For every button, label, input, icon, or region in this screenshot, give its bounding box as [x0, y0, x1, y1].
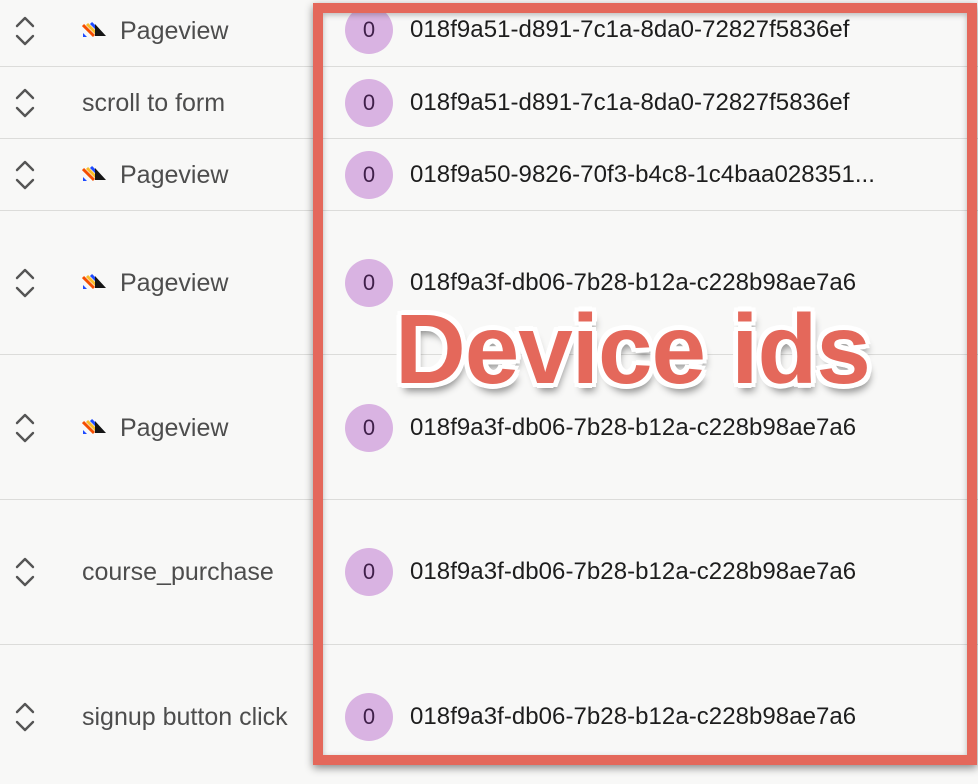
- avatar[interactable]: 0: [345, 548, 393, 596]
- event-name: signup button click: [82, 703, 288, 732]
- table-row[interactable]: Pageview 0 018f9a3f-db06-7b28-b12a-c228b…: [0, 355, 978, 500]
- chevron-up-down-icon[interactable]: [12, 158, 38, 192]
- event-label: Pageview: [120, 414, 229, 442]
- table-row[interactable]: course_purchase 0 018f9a3f-db06-7b28-b12…: [0, 500, 978, 645]
- chevron-up-down-icon[interactable]: [12, 86, 38, 120]
- device-id: 018f9a51-d891-7c1a-8da0-72827f5836ef: [410, 16, 850, 43]
- avatar[interactable]: 0: [345, 693, 393, 741]
- chevron-up-down-icon[interactable]: [12, 411, 38, 445]
- person-cell: 0 018f9a3f-db06-7b28-b12a-c228b98ae7a6: [345, 404, 856, 452]
- avatar[interactable]: 0: [345, 6, 393, 54]
- avatar[interactable]: 0: [345, 404, 393, 452]
- device-id: 018f9a3f-db06-7b28-b12a-c228b98ae7a6: [410, 414, 857, 441]
- person-cell: 0 018f9a51-d891-7c1a-8da0-72827f5836ef: [345, 6, 850, 54]
- posthog-logo-icon: [81, 17, 110, 46]
- device-id: 018f9a3f-db06-7b28-b12a-c228b98ae7a6: [410, 703, 857, 730]
- events-table: Pageview 0 018f9a51-d891-7c1a-8da0-72827…: [0, 0, 978, 784]
- event-name: Pageview: [81, 414, 229, 443]
- avatar[interactable]: 0: [345, 151, 393, 199]
- event-label: course_purchase: [82, 558, 274, 586]
- event-name: Pageview: [81, 269, 229, 298]
- person-cell: 0 018f9a50-9826-70f3-b4c8-1c4baa028351..…: [345, 151, 875, 199]
- table-row[interactable]: signup button click 0 018f9a3f-db06-7b28…: [0, 645, 978, 784]
- table-row[interactable]: Pageview 0 018f9a3f-db06-7b28-b12a-c228b…: [0, 211, 978, 355]
- chevron-up-down-icon[interactable]: [12, 700, 38, 734]
- chevron-up-down-icon[interactable]: [12, 266, 38, 300]
- device-id: 018f9a51-d891-7c1a-8da0-72827f5836ef: [410, 89, 850, 116]
- event-name: scroll to form: [82, 89, 225, 118]
- table-row[interactable]: Pageview 0 018f9a50-9826-70f3-b4c8-1c4ba…: [0, 139, 978, 211]
- person-cell: 0 018f9a3f-db06-7b28-b12a-c228b98ae7a6: [345, 693, 856, 741]
- avatar[interactable]: 0: [345, 79, 393, 127]
- event-name: Pageview: [81, 17, 229, 46]
- event-name: Pageview: [81, 161, 229, 190]
- event-label: signup button click: [82, 703, 288, 731]
- posthog-logo-icon: [81, 161, 110, 190]
- posthog-logo-icon: [81, 269, 110, 298]
- device-id: 018f9a3f-db06-7b28-b12a-c228b98ae7a6: [410, 269, 857, 296]
- event-label: scroll to form: [82, 89, 226, 117]
- avatar[interactable]: 0: [345, 259, 393, 307]
- event-label: Pageview: [120, 17, 229, 45]
- device-id: 018f9a50-9826-70f3-b4c8-1c4baa028351...: [410, 161, 875, 188]
- person-cell: 0 018f9a3f-db06-7b28-b12a-c228b98ae7a6: [345, 259, 856, 307]
- posthog-logo-icon: [81, 414, 110, 443]
- table-row[interactable]: Pageview 0 018f9a51-d891-7c1a-8da0-72827…: [0, 0, 978, 67]
- table-row[interactable]: scroll to form 0 018f9a51-d891-7c1a-8da0…: [0, 67, 978, 139]
- person-cell: 0 018f9a51-d891-7c1a-8da0-72827f5836ef: [345, 79, 850, 127]
- event-label: Pageview: [120, 161, 229, 189]
- event-name: course_purchase: [82, 558, 274, 587]
- event-label: Pageview: [120, 269, 229, 297]
- person-cell: 0 018f9a3f-db06-7b28-b12a-c228b98ae7a6: [345, 548, 856, 596]
- chevron-up-down-icon[interactable]: [12, 14, 38, 48]
- chevron-up-down-icon[interactable]: [12, 555, 38, 589]
- device-id: 018f9a3f-db06-7b28-b12a-c228b98ae7a6: [410, 558, 857, 585]
